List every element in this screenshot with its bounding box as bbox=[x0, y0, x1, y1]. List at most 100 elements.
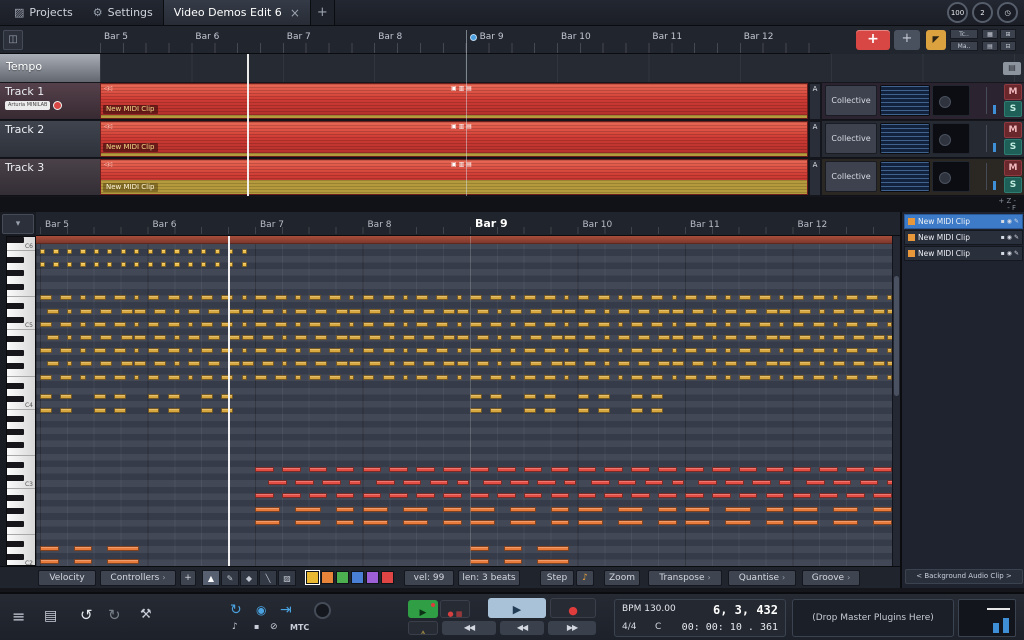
midi-note[interactable] bbox=[504, 559, 523, 564]
midi-note[interactable] bbox=[598, 322, 610, 327]
plugin-thumbnail[interactable] bbox=[880, 123, 930, 154]
midi-note[interactable] bbox=[60, 295, 72, 300]
midi-note[interactable] bbox=[282, 361, 287, 366]
midi-note[interactable] bbox=[255, 507, 280, 512]
midi-note[interactable] bbox=[524, 408, 536, 413]
midi-note[interactable] bbox=[725, 335, 737, 340]
midi-note[interactable] bbox=[524, 493, 543, 498]
midi-note[interactable] bbox=[201, 394, 213, 399]
midi-note[interactable] bbox=[853, 361, 865, 366]
midi-note[interactable] bbox=[470, 295, 482, 300]
bar-beat-position[interactable]: 6, 3, 432 bbox=[713, 603, 778, 617]
midi-note[interactable] bbox=[188, 348, 193, 353]
time-signature[interactable]: 4/4 bbox=[622, 622, 636, 632]
controllers-button[interactable]: Controllers› bbox=[100, 570, 176, 586]
groove-button[interactable]: Groove› bbox=[802, 570, 860, 586]
midi-note[interactable] bbox=[497, 335, 502, 340]
midi-note[interactable] bbox=[510, 322, 515, 327]
black-key[interactable] bbox=[7, 270, 24, 276]
midi-note[interactable] bbox=[618, 309, 630, 314]
midi-note[interactable] bbox=[121, 309, 133, 314]
midi-note[interactable] bbox=[497, 361, 502, 366]
midi-note[interactable] bbox=[242, 262, 247, 267]
midi-note[interactable] bbox=[524, 322, 536, 327]
midi-note[interactable] bbox=[94, 262, 99, 267]
midi-note[interactable] bbox=[510, 507, 535, 512]
midi-note[interactable] bbox=[148, 408, 160, 413]
track-lane[interactable]: ◁◁▣ ▥ ▤New MIDI Clip bbox=[100, 83, 808, 120]
disable-icon[interactable]: ⊘ bbox=[270, 622, 278, 632]
midi-note[interactable] bbox=[672, 322, 677, 327]
midi-note[interactable] bbox=[121, 361, 133, 366]
midi-note[interactable] bbox=[618, 507, 643, 512]
eraser-tool-icon[interactable]: ◆ bbox=[240, 570, 258, 586]
midi-note[interactable] bbox=[544, 408, 556, 413]
midi-note[interactable] bbox=[443, 335, 455, 340]
midi-note[interactable] bbox=[544, 375, 556, 380]
midi-note[interactable] bbox=[598, 295, 610, 300]
midi-note[interactable] bbox=[242, 249, 247, 254]
clip-list-item[interactable]: New MIDI Clip▪◉✎ bbox=[904, 246, 1023, 261]
midi-note[interactable] bbox=[759, 295, 771, 300]
mute-button[interactable]: M bbox=[1004, 160, 1022, 176]
midi-note[interactable] bbox=[268, 480, 287, 485]
midi-note[interactable] bbox=[833, 480, 852, 485]
note-color-swatch[interactable] bbox=[366, 571, 379, 584]
midi-note[interactable] bbox=[349, 348, 354, 353]
midi-note[interactable] bbox=[725, 507, 750, 512]
midi-note[interactable] bbox=[604, 493, 623, 498]
editor-timeline[interactable]: Bar 5Bar 6Bar 7Bar 8Bar 9Bar 10Bar 11Bar… bbox=[36, 212, 900, 236]
midi-note[interactable] bbox=[860, 480, 879, 485]
midi-note[interactable] bbox=[168, 408, 180, 413]
midi-note[interactable] bbox=[618, 480, 637, 485]
midi-note[interactable] bbox=[349, 375, 354, 380]
black-key[interactable] bbox=[7, 541, 24, 547]
midi-note[interactable] bbox=[363, 520, 388, 525]
key-display[interactable]: C bbox=[655, 622, 661, 632]
midi-note[interactable] bbox=[416, 348, 428, 353]
rewind-button[interactable]: ◀◀ bbox=[500, 621, 544, 635]
new-tab-button[interactable]: + bbox=[311, 0, 335, 25]
midi-note[interactable] bbox=[80, 249, 85, 254]
midi-note[interactable] bbox=[295, 322, 300, 327]
midi-note[interactable] bbox=[759, 375, 771, 380]
play-button[interactable]: ▶ bbox=[488, 598, 546, 618]
midi-note[interactable] bbox=[389, 493, 408, 498]
midi-note[interactable] bbox=[739, 375, 751, 380]
midi-note[interactable] bbox=[766, 507, 785, 512]
midi-note[interactable] bbox=[470, 546, 489, 551]
midi-note[interactable] bbox=[423, 361, 435, 366]
note-length-box[interactable]: len: 3 beats bbox=[458, 570, 520, 586]
midi-note[interactable] bbox=[638, 361, 650, 366]
midi-note[interactable] bbox=[658, 309, 670, 314]
collective-plugin[interactable]: Collective bbox=[825, 161, 877, 192]
midi-note[interactable] bbox=[544, 348, 556, 353]
midi-note[interactable] bbox=[403, 335, 415, 340]
midi-note[interactable] bbox=[618, 335, 630, 340]
midi-note[interactable] bbox=[188, 375, 193, 380]
midi-note[interactable] bbox=[846, 322, 858, 327]
midi-note[interactable] bbox=[295, 507, 320, 512]
paint-tool-icon[interactable]: ▨ bbox=[278, 570, 296, 586]
midi-note[interactable] bbox=[470, 507, 495, 512]
return-to-start-button[interactable]: ◀◀ bbox=[442, 621, 496, 635]
wrench-icon[interactable]: ⚒ bbox=[140, 607, 152, 622]
midi-note[interactable] bbox=[80, 295, 85, 300]
midi-note[interactable] bbox=[309, 322, 321, 327]
midi-note[interactable] bbox=[134, 262, 139, 267]
timecode-display[interactable]: 00: 00: 10 . 361 bbox=[682, 622, 778, 633]
close-icon[interactable]: × bbox=[290, 6, 300, 20]
midi-note[interactable] bbox=[672, 295, 677, 300]
tempo-track-header[interactable]: Tempo bbox=[0, 54, 100, 83]
midi-note[interactable] bbox=[819, 467, 838, 472]
midi-note[interactable] bbox=[40, 322, 52, 327]
velocity-value-box[interactable]: vel: 99 bbox=[404, 570, 454, 586]
midi-note[interactable] bbox=[100, 309, 112, 314]
midi-note[interactable] bbox=[685, 493, 704, 498]
midi-note[interactable] bbox=[262, 335, 274, 340]
sync-icon[interactable]: ↻ bbox=[230, 602, 242, 618]
velocity-button[interactable]: Velocity bbox=[38, 570, 96, 586]
midi-note[interactable] bbox=[578, 322, 590, 327]
midi-note[interactable] bbox=[329, 375, 341, 380]
midi-note[interactable] bbox=[416, 295, 428, 300]
